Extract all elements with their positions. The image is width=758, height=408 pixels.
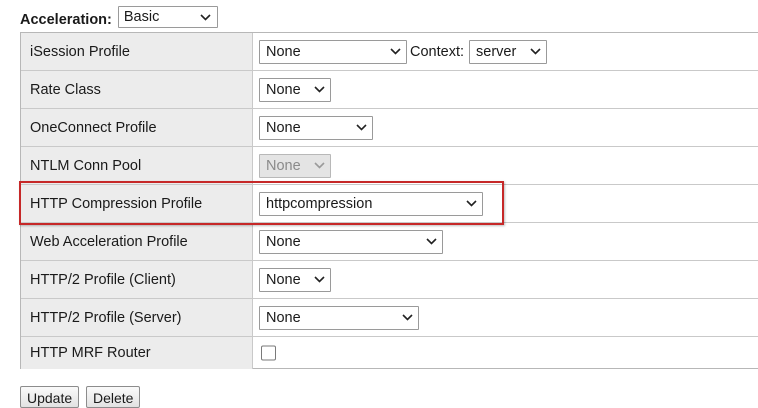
select-value: httpcompression	[266, 195, 373, 212]
row-label: HTTP/2 Profile (Client)	[21, 261, 253, 298]
acceleration-label: Acceleration:	[20, 12, 112, 28]
row-label: HTTP Compression Profile	[21, 185, 253, 222]
select-value: None	[266, 119, 301, 136]
delete-button[interactable]: Delete	[86, 386, 141, 408]
row-http2-profile-client: HTTP/2 Profile (Client) None	[21, 261, 758, 299]
chevron-down-icon	[308, 276, 330, 283]
row-value: None	[253, 71, 758, 108]
context-label: Context:	[410, 43, 464, 60]
row-http-compression-profile: HTTP Compression Profile httpcompression	[21, 185, 758, 223]
chevron-down-icon	[524, 48, 546, 55]
row-label: NTLM Conn Pool	[21, 147, 253, 184]
row-value: None Context: server	[253, 33, 758, 70]
acceleration-header: Acceleration: Basic	[20, 4, 218, 30]
select-value: None	[266, 157, 301, 174]
row-value: None	[253, 147, 758, 184]
http2-profile-server-select[interactable]: None	[259, 305, 419, 330]
oneconnect-profile-select[interactable]: None	[259, 115, 373, 140]
row-ntlm-conn-pool: NTLM Conn Pool None	[21, 147, 758, 185]
ntlm-conn-pool-select: None	[259, 153, 331, 178]
row-value: None	[253, 223, 758, 260]
profiles-table: iSession Profile None Context: server Ra…	[20, 32, 758, 369]
row-value	[253, 337, 758, 369]
chevron-down-icon	[308, 86, 330, 93]
row-label: OneConnect Profile	[21, 109, 253, 146]
update-button[interactable]: Update	[20, 386, 80, 408]
select-value: None	[266, 271, 301, 288]
chevron-down-icon	[350, 124, 372, 131]
row-label: HTTP/2 Profile (Server)	[21, 299, 253, 336]
web-acceleration-profile-select[interactable]: None	[259, 229, 443, 254]
chevron-down-icon	[460, 200, 482, 207]
row-http-mrf-router: HTTP MRF Router	[21, 337, 758, 369]
chevron-down-icon	[384, 48, 406, 55]
row-value: httpcompression	[253, 185, 758, 222]
context-select[interactable]: server	[469, 39, 547, 64]
isession-profile-select[interactable]: None	[259, 39, 407, 64]
row-value: None	[253, 109, 758, 146]
acceleration-select-value: Basic	[123, 9, 160, 25]
row-label: HTTP MRF Router	[21, 337, 253, 369]
select-value: server	[476, 43, 517, 60]
row-isession-profile: iSession Profile None Context: server	[21, 33, 758, 71]
chevron-down-icon	[308, 162, 330, 169]
rate-class-select[interactable]: None	[259, 77, 331, 102]
select-value: None	[266, 233, 301, 250]
chevron-down-icon	[195, 13, 217, 21]
select-value: None	[266, 43, 301, 60]
row-rate-class: Rate Class None	[21, 71, 758, 109]
row-oneconnect-profile: OneConnect Profile None	[21, 109, 758, 147]
row-value: None	[253, 261, 758, 298]
row-web-acceleration-profile: Web Acceleration Profile None	[21, 223, 758, 261]
http-mrf-router-checkbox[interactable]	[261, 345, 276, 361]
http2-profile-client-select[interactable]: None	[259, 267, 331, 292]
row-label: Web Acceleration Profile	[21, 223, 253, 260]
chevron-down-icon	[396, 314, 418, 321]
select-value: None	[266, 309, 301, 326]
acceleration-select[interactable]: Basic	[117, 6, 218, 28]
row-label: iSession Profile	[21, 33, 253, 70]
row-http2-profile-server: HTTP/2 Profile (Server) None	[21, 299, 758, 337]
row-value: None	[253, 299, 758, 336]
row-label: Rate Class	[21, 71, 253, 108]
chevron-down-icon	[420, 238, 442, 245]
http-compression-profile-select[interactable]: httpcompression	[259, 191, 483, 216]
select-value: None	[266, 81, 301, 98]
